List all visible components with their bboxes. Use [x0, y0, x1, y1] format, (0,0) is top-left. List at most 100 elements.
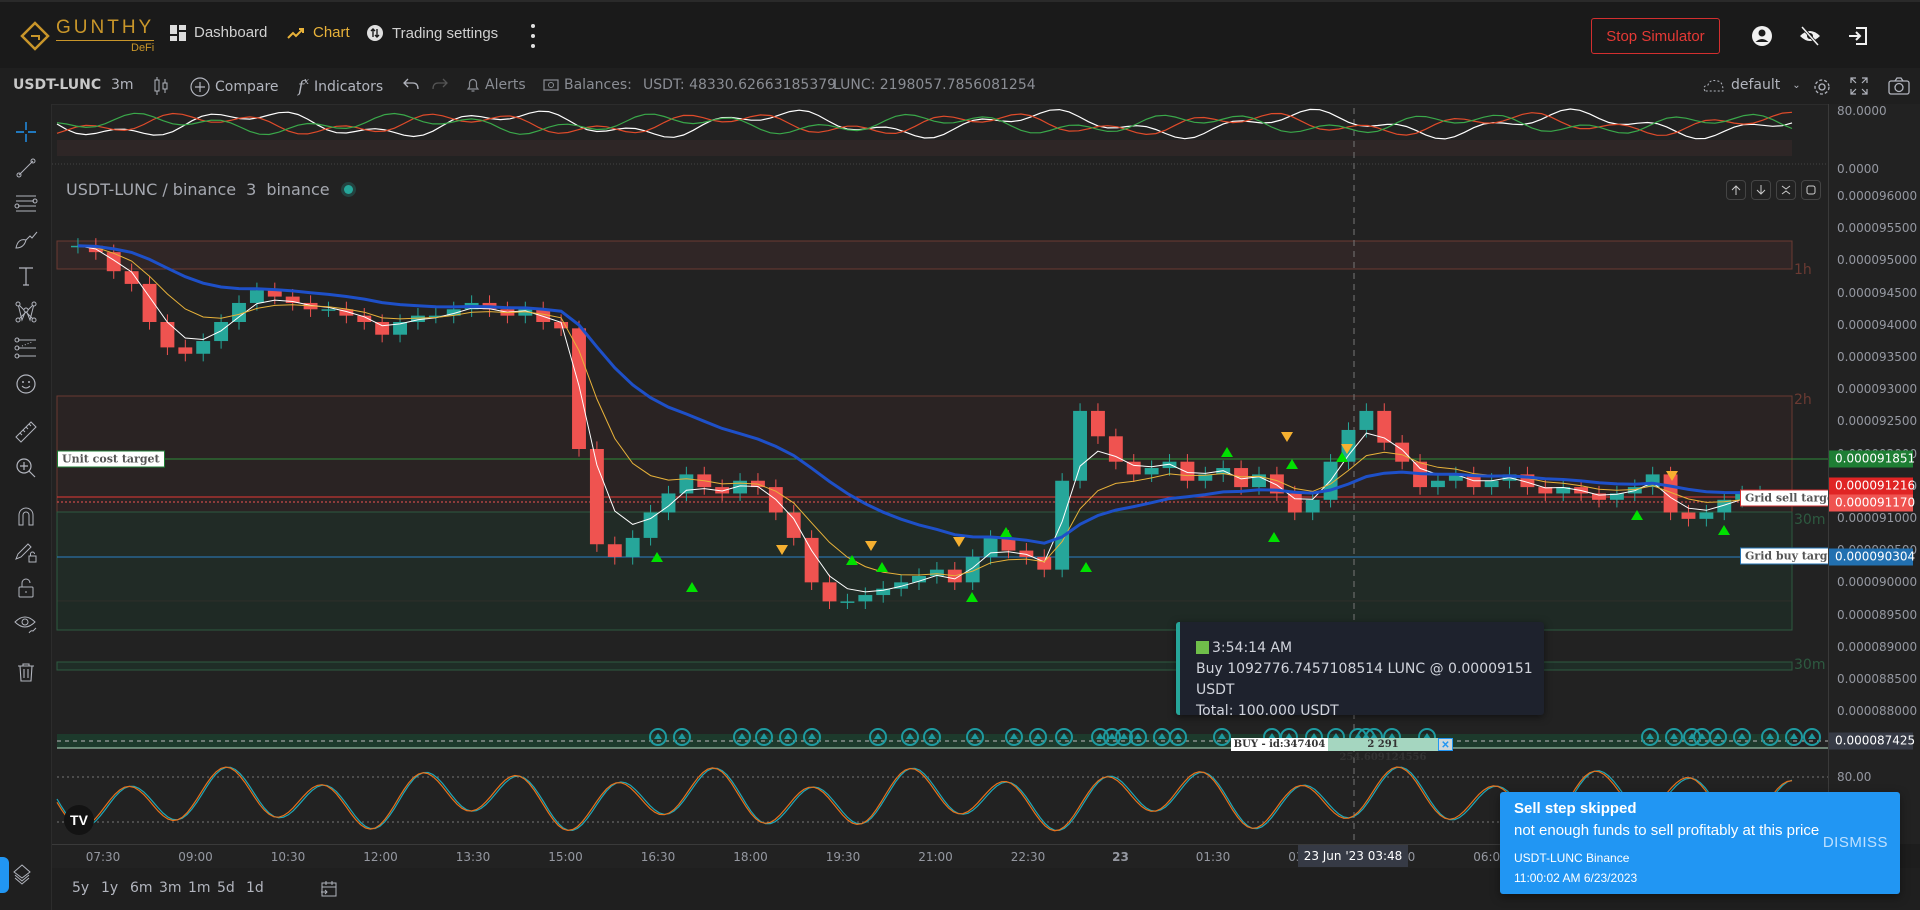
toast-source: USDT-LUNC Binance	[1514, 851, 1630, 865]
candle-body	[124, 271, 139, 284]
visibility-tool[interactable]	[12, 610, 40, 638]
time-axis-label: 13:30	[455, 850, 491, 864]
brush-tool[interactable]	[12, 226, 40, 254]
tooltip-time: 3:54:14 AM	[1212, 640, 1293, 656]
candle-body	[1359, 410, 1374, 430]
pattern-icon	[15, 301, 37, 323]
top-navigation: GUNTHY DeFi Dashboard Chart Trading sett…	[0, 0, 1920, 68]
go-to-date-button[interactable]	[320, 880, 338, 902]
price-axis-label: 0.000089000	[1837, 639, 1918, 654]
fullscreen-button[interactable]	[1850, 77, 1868, 99]
time-axis-label: 09:00	[178, 850, 213, 864]
trendline-tool[interactable]	[12, 154, 40, 182]
zone-label: 30m	[1794, 512, 1825, 528]
symbol-search-button[interactable]: USDT-LUNC	[13, 77, 101, 93]
indicators-button[interactable]: f x Indicators	[298, 77, 383, 96]
dismiss-button[interactable]: DISMISS	[1823, 834, 1888, 851]
redo-button[interactable]	[432, 77, 448, 95]
more-menu-button[interactable]	[528, 24, 538, 48]
range-button-1y[interactable]: 1y	[101, 880, 118, 896]
logo-name: GUNTHY	[56, 17, 155, 38]
time-axis-label: 10:30	[270, 850, 306, 864]
maximize-pane-button[interactable]	[1801, 180, 1821, 200]
nav-chart-label: Chart	[313, 24, 350, 41]
candle-body	[375, 322, 390, 335]
pattern-tool[interactable]	[12, 298, 40, 326]
add-circle-icon	[190, 77, 210, 97]
cancel-order-button[interactable]: ✕	[1438, 738, 1453, 751]
indicator-axis-label: 0.0000	[1837, 162, 1879, 176]
alerts-button[interactable]: Alerts	[466, 77, 526, 93]
candle-body	[572, 328, 586, 449]
time-axis-label: 16:30	[640, 850, 676, 864]
nav-trading-settings[interactable]: Trading settings	[366, 24, 498, 42]
magnet-tool[interactable]	[12, 502, 40, 530]
trade-tooltip: 3:54:14 AM Buy 1092776.7457108514 LUNC @…	[1176, 622, 1544, 719]
order-quantity-label[interactable]: 2 291 254.609124556	[1328, 738, 1438, 763]
forecast-tool[interactable]	[12, 334, 40, 362]
candle-body	[1484, 480, 1499, 488]
lock-tool[interactable]	[12, 574, 40, 602]
crosshair-tool[interactable]	[12, 118, 40, 146]
text-tool[interactable]	[12, 262, 40, 290]
time-axis-label: 21:00	[918, 850, 953, 864]
candles-icon	[153, 77, 169, 99]
time-axis-label: 23	[1112, 850, 1129, 864]
candle-body	[643, 512, 658, 538]
horizontal-lines-tool[interactable]	[12, 190, 40, 218]
range-button-5y[interactable]: 5y	[72, 880, 89, 896]
series-legend: USDT-LUNC / binance 3 binance	[66, 180, 353, 199]
price-axis-label: 0.000093500	[1837, 350, 1918, 364]
hide-balances-icon[interactable]	[1798, 24, 1822, 48]
range-button-5d[interactable]: 5d	[217, 880, 235, 896]
tradingview-logo[interactable]: TV	[64, 805, 94, 835]
settings-button[interactable]	[1812, 77, 1832, 101]
undo-button[interactable]	[403, 77, 419, 95]
balance-usdt: USDT: 48330.62663185379	[643, 77, 837, 93]
zoom-in-tool[interactable]	[12, 454, 40, 482]
range-button-3m[interactable]: 3m	[159, 880, 182, 896]
range-button-6m[interactable]: 6m	[130, 880, 153, 896]
candle-body	[1126, 461, 1141, 475]
camera-icon	[1888, 77, 1910, 99]
sidebar-toggle-tab[interactable]	[0, 857, 9, 893]
emoji-tool[interactable]	[12, 370, 40, 398]
zone-label: 2h	[1794, 392, 1812, 408]
candle-body	[1073, 410, 1087, 481]
balances-label: Balances:	[564, 77, 632, 93]
function-icon: fx	[298, 77, 309, 96]
logout-icon[interactable]	[1846, 24, 1870, 48]
zoom-in-icon	[16, 458, 36, 478]
price-axis-label: 0.000090000	[1837, 575, 1918, 590]
range-button-1m[interactable]: 1m	[188, 880, 211, 896]
candle-body	[1144, 468, 1159, 475]
cloud-icon	[1702, 78, 1726, 92]
range-button-1d[interactable]: 1d	[246, 880, 264, 896]
compare-button[interactable]: Compare	[190, 77, 279, 97]
logo-sub: DeFi	[56, 40, 155, 54]
stop-simulator-button[interactable]: Stop Simulator	[1591, 18, 1720, 54]
remove-drawings-tool[interactable]	[12, 658, 40, 686]
market-status-dot	[343, 185, 353, 194]
order-side-label[interactable]: BUY - id:347404	[1231, 738, 1328, 751]
nav-chart[interactable]: Chart	[287, 24, 350, 41]
object-tree-button[interactable]	[8, 860, 36, 888]
undo-icon	[403, 77, 419, 95]
collapse-pane-button[interactable]	[1776, 180, 1796, 200]
time-axis-label: 01:30	[1195, 850, 1231, 864]
screenshot-button[interactable]	[1888, 77, 1910, 99]
chart-type-button[interactable]	[153, 77, 169, 99]
move-pane-up-button[interactable]	[1726, 180, 1746, 200]
layout-select[interactable]: default ⌄	[1702, 77, 1801, 93]
lock-drawings-tool[interactable]	[12, 538, 40, 566]
maximize-icon	[1806, 185, 1816, 195]
account-icon[interactable]	[1750, 24, 1774, 48]
gunthy-logo[interactable]: GUNTHY DeFi	[20, 17, 155, 54]
price-axis-label: 0.000091000	[1837, 511, 1918, 525]
measure-tool[interactable]	[12, 418, 40, 446]
interval-button[interactable]: 3m	[111, 77, 134, 93]
chart-canvas[interactable]: 1h 2h 30m 30m	[52, 104, 1828, 844]
nav-dashboard[interactable]: Dashboard	[170, 24, 267, 41]
drawing-toolbar	[0, 104, 52, 910]
move-pane-down-button[interactable]	[1751, 180, 1771, 200]
